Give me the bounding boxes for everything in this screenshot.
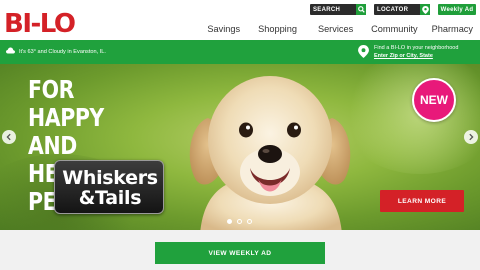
site-header: BI-LO SEARCH LOCATOR Weekly Ad Savings S… [0, 0, 480, 40]
brand-line-2: &Tails [78, 187, 142, 209]
search-label: SEARCH [313, 6, 341, 13]
hero-banner[interactable]: FOR HAPPY AND HEALTHY PETS Whiskers &Tai… [0, 64, 480, 230]
chevron-right-icon [469, 133, 474, 141]
search-icon [356, 4, 366, 15]
finder-zip-link[interactable]: Enter Zip or City, State [374, 52, 458, 60]
weather-widget: It's 63° and Cloudy in Evanston, IL. [6, 47, 106, 56]
whiskers-tails-logo: Whiskers &Tails [54, 160, 164, 214]
main-nav: Savings Shopping Services Community Phar… [207, 24, 473, 34]
carousel-dot[interactable] [227, 219, 232, 224]
weekly-ad-link[interactable]: Weekly Ad [438, 4, 476, 15]
puppy-image [189, 76, 351, 230]
logo-text: BI-LO [4, 9, 75, 38]
carousel-dot[interactable] [247, 219, 252, 224]
learn-more-button[interactable]: LEARN MORE [380, 190, 464, 212]
finder-text: Find a BI-LO in your neighborhood [374, 45, 459, 51]
brand-line-1: Whiskers [62, 167, 158, 189]
cloud-icon [6, 47, 15, 56]
chevron-left-icon [6, 133, 11, 141]
search-button[interactable]: SEARCH [310, 4, 366, 15]
nav-savings[interactable]: Savings [207, 24, 240, 34]
carousel-next-button[interactable] [464, 130, 478, 144]
weather-text: It's 63° and Cloudy in Evanston, IL. [19, 48, 106, 55]
bilo-logo[interactable]: BI-LO [4, 8, 86, 38]
nav-community[interactable]: Community [371, 24, 417, 34]
view-weekly-ad-button[interactable]: VIEW WEEKLY AD [155, 242, 325, 264]
nav-pharmacy[interactable]: Pharmacy [432, 24, 473, 34]
nav-services[interactable]: Services [318, 24, 353, 34]
info-bar: It's 63° and Cloudy in Evanston, IL. Fin… [0, 40, 480, 64]
carousel-dots [227, 219, 252, 224]
carousel-dot[interactable] [237, 219, 242, 224]
location-pin-icon [420, 4, 430, 15]
nav-shopping[interactable]: Shopping [258, 24, 297, 34]
locator-label: LOCATOR [377, 6, 409, 13]
weekly-ad-strip: VIEW WEEKLY AD [0, 230, 480, 270]
new-badge: NEW [412, 78, 456, 122]
locator-button[interactable]: LOCATOR [374, 4, 430, 15]
location-pin-icon [358, 45, 369, 63]
headline-line-1: FOR HAPPY AND [28, 75, 104, 160]
carousel-prev-button[interactable] [2, 130, 16, 144]
store-finder: Find a BI-LO in your neighborhood Enter … [358, 44, 458, 63]
